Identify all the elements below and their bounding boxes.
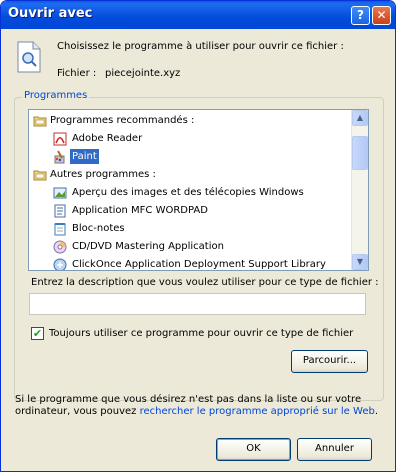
wordpad-icon — [54, 204, 66, 218]
program-label: Aperçu des images et des télécopies Wind… — [72, 187, 304, 198]
footer-text-prefix: ordinateur, vous pouvez — [15, 406, 140, 417]
programs-list[interactable]: Programmes recommandés : Adobe Reader Pa… — [28, 109, 369, 271]
open-with-dialog: Ouvrir avec ? ✕ Choisissez le programme … — [0, 0, 396, 472]
close-button[interactable]: ✕ — [372, 6, 391, 25]
window-title: Ouvrir avec — [8, 6, 93, 21]
notepad-icon — [54, 223, 66, 236]
title-bar[interactable]: Ouvrir avec ? ✕ — [1, 1, 395, 29]
program-label: Application MFC WORDPAD — [72, 205, 208, 216]
description-label: Entrez la description que vous voulez ut… — [31, 277, 379, 288]
footer-text-line1: Si le programme que vous désirez n'est p… — [15, 394, 362, 405]
browse-button[interactable]: Parcourir... — [291, 350, 368, 373]
program-label: Bloc-notes — [72, 223, 125, 234]
scroll-thumb[interactable] — [352, 136, 368, 170]
always-use-label[interactable]: Toujours utiliser ce programme pour ouvr… — [49, 328, 353, 339]
file-search-icon — [17, 41, 41, 73]
clickonce-icon — [53, 258, 67, 270]
file-name: piecejointe.xyz — [105, 68, 181, 79]
description-input[interactable] — [29, 293, 366, 315]
search-web-link[interactable]: rechercher le programme approprié sur le… — [140, 406, 375, 417]
scroll-up-button[interactable]: ▲ — [352, 110, 368, 126]
image-viewer-icon — [53, 187, 67, 199]
dialog-content: Choisissez le programme à utiliser pour … — [4, 29, 392, 468]
help-button[interactable]: ? — [351, 6, 370, 25]
folder-icon — [33, 170, 47, 181]
ok-button[interactable]: OK — [216, 438, 291, 461]
program-label: CD/DVD Mastering Application — [72, 241, 224, 252]
always-use-checkbox[interactable]: ✔ — [31, 327, 44, 340]
file-label: Fichier : — [57, 68, 97, 79]
category-label: Autres programmes : — [50, 169, 156, 180]
footer-text-line2: ordinateur, vous pouvez rechercher le pr… — [15, 406, 378, 417]
scroll-down-button[interactable]: ▼ — [352, 254, 368, 270]
program-label: Adobe Reader — [72, 133, 143, 144]
programs-group-label: Programmes — [22, 90, 90, 101]
paint-icon — [54, 150, 65, 164]
footer-text-suffix: . — [374, 406, 379, 417]
programs-scrollbar[interactable]: ▲ ▼ — [351, 110, 368, 270]
cd-dvd-icon — [53, 240, 67, 254]
program-label: Paint — [69, 148, 100, 165]
instruction-text: Choisissez le programme à utiliser pour … — [57, 41, 344, 52]
program-label: ClickOnce Application Deployment Support… — [72, 259, 326, 270]
cancel-button[interactable]: Annuler — [297, 438, 372, 461]
category-label: Programmes recommandés : — [50, 115, 195, 126]
adobe-reader-icon — [53, 132, 67, 146]
folder-icon — [33, 116, 47, 127]
